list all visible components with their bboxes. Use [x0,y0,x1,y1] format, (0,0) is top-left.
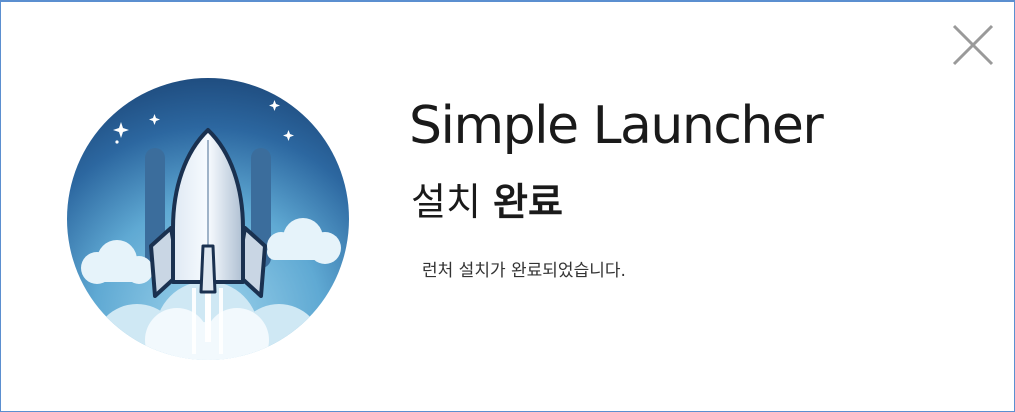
installer-window: Simple Launcher 설치 완료 런처 설치가 완료되었습니다. [0,0,1015,412]
app-logo [67,78,349,360]
subtitle-bold: 완료 [493,180,563,224]
install-status-heading: 설치 완료 [411,174,563,230]
close-icon [952,24,994,66]
close-button[interactable] [950,22,996,68]
status-message: 런처 설치가 완료되었습니다. [422,261,626,281]
rocket-icon [67,78,349,360]
subtitle-regular: 설치 [411,180,481,224]
app-title: Simple Launcher [409,96,824,156]
